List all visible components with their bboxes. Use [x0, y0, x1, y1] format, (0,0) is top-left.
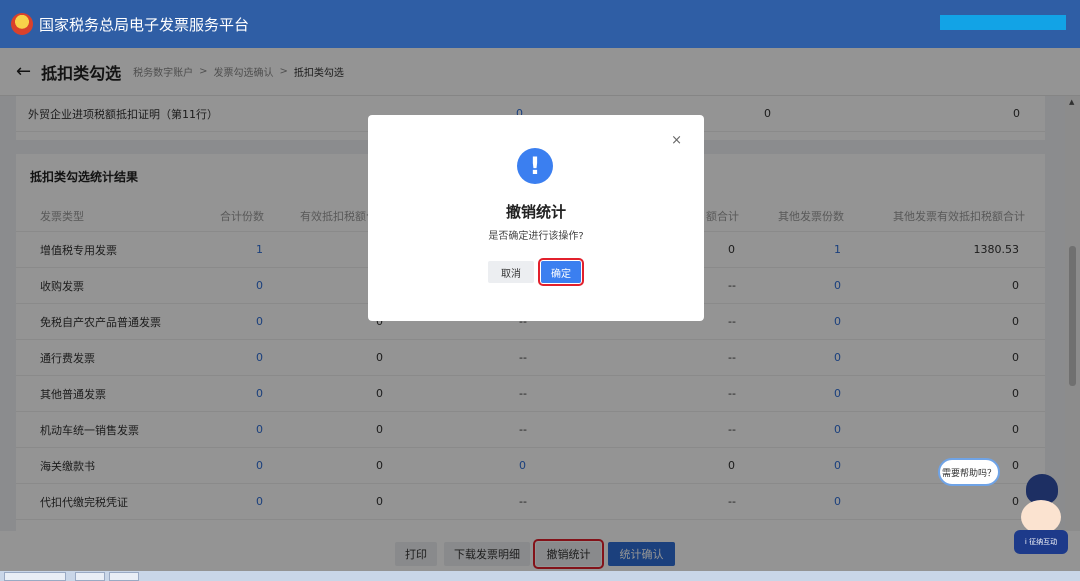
mascot-badge[interactable]: i 征纳互动	[1014, 530, 1068, 554]
help-bubble[interactable]: 需要帮助吗？	[938, 458, 1000, 486]
mascot-face-icon	[1021, 500, 1061, 534]
tax-emblem-icon	[11, 13, 33, 35]
warning-icon: !	[517, 148, 553, 184]
taskbar-item[interactable]	[4, 572, 66, 581]
ok-button[interactable]: 确定	[538, 258, 584, 286]
confirm-dialog: × ! 撤销统计 是否确定进行该操作? 取消 确定	[368, 115, 704, 321]
cancel-button[interactable]: 取消	[488, 261, 534, 283]
os-taskbar	[0, 571, 1080, 581]
taskbar-item[interactable]	[75, 572, 105, 581]
dialog-message: 是否确定进行该操作?	[488, 231, 584, 242]
taskbar-item[interactable]	[109, 572, 139, 581]
dialog-title: 撤销统计	[505, 203, 566, 221]
help-assistant[interactable]: 需要帮助吗？ i 征纳互动	[938, 456, 1070, 560]
user-account-button[interactable]	[940, 15, 1066, 30]
close-icon[interactable]: ×	[671, 133, 682, 148]
top-bar: 国家税务总局电子发票服务平台	[0, 0, 1080, 48]
platform-title: 国家税务总局电子发票服务平台	[39, 15, 250, 34]
